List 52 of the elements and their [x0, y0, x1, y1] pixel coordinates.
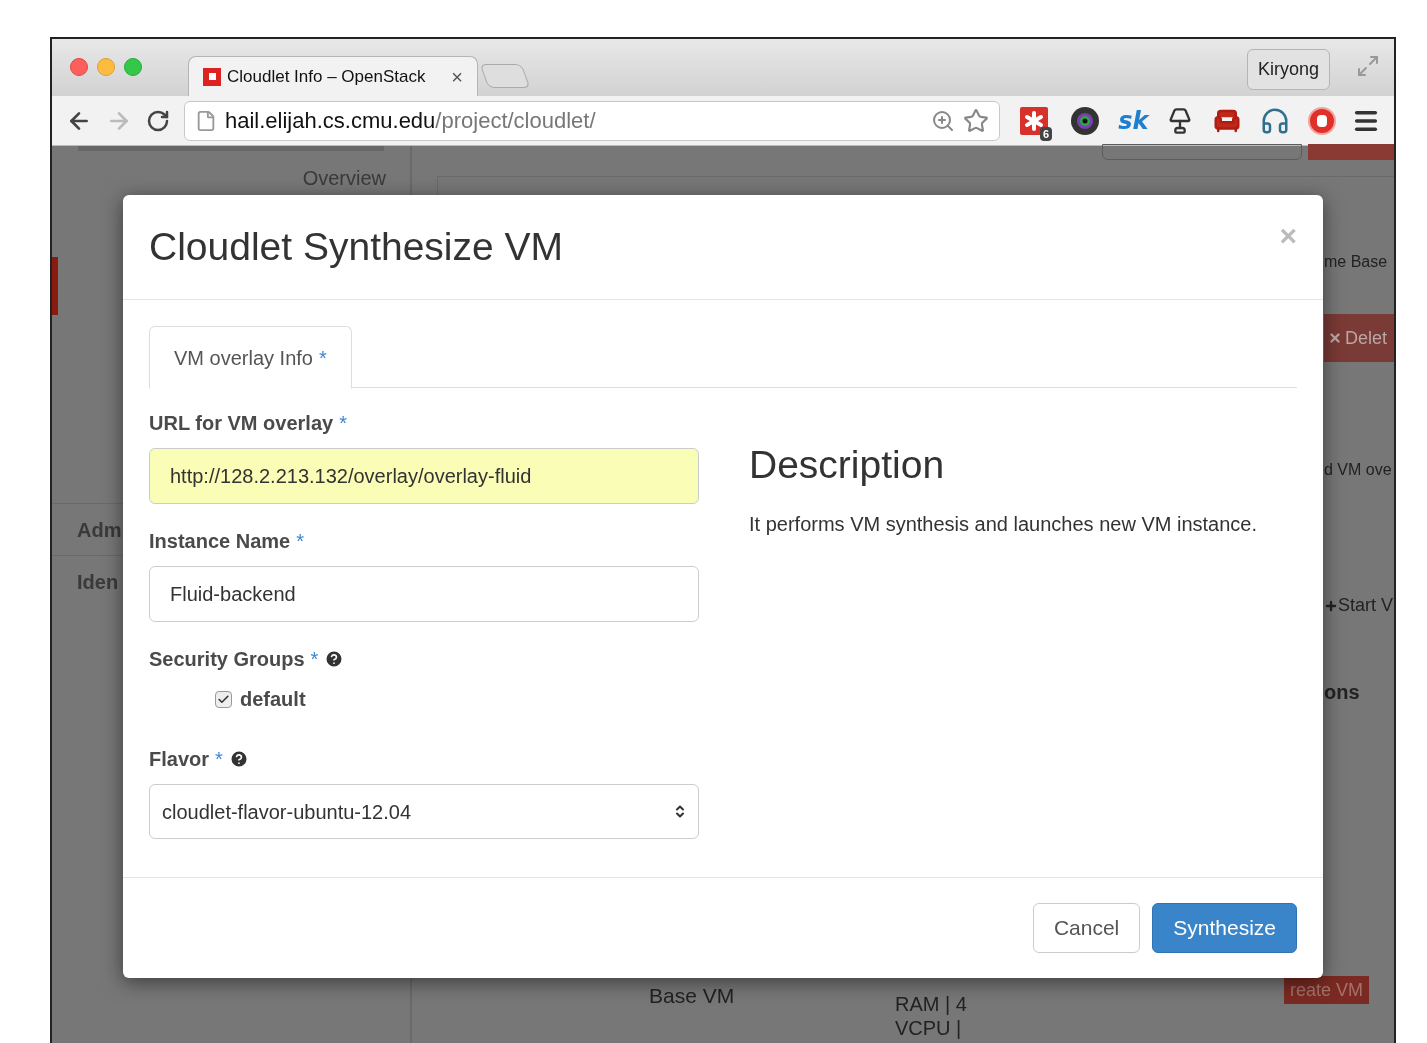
- profile-button[interactable]: Kiryong: [1246, 49, 1330, 90]
- check-icon: [217, 692, 230, 706]
- lens-icon[interactable]: [1070, 105, 1101, 136]
- browser-tab[interactable]: Cloudlet Info – OpenStack ×: [188, 56, 478, 96]
- favicon-icon: [203, 67, 221, 86]
- table-cell: RAM | 4: [895, 992, 967, 1016]
- text-field[interactable]: http://128.2.213.132/overlay/overlay-fluid: [149, 448, 699, 504]
- table-cell-text: VCPU |: [895, 1016, 963, 1040]
- description-title: Description: [749, 442, 946, 488]
- modal-title: Cloudlet Synthesize VM: [149, 223, 564, 270]
- active-indicator: [52, 257, 58, 315]
- field-label: Flavor: [149, 747, 210, 772]
- required-mark: *: [339, 411, 347, 436]
- help-icon[interactable]: [324, 649, 345, 669]
- tab-title: Cloudlet Info – OpenStack: [227, 65, 426, 88]
- text-field[interactable]: Fluid-backend: [149, 566, 699, 622]
- checkbox-label: default: [240, 687, 306, 712]
- field-label: Instance Name: [149, 529, 291, 554]
- field-label: URL for VM overlay: [149, 411, 334, 436]
- delete-button[interactable]: Delet: [1324, 314, 1394, 362]
- toolbar-button[interactable]: [1102, 144, 1302, 160]
- zoom-icon[interactable]: [931, 108, 955, 133]
- required-mark: *: [310, 647, 319, 672]
- plus-icon: [1324, 598, 1338, 613]
- table-cell-text: d VM ove: [1324, 460, 1392, 480]
- reload-icon[interactable]: [146, 108, 170, 133]
- close-window-button[interactable]: [70, 58, 88, 76]
- bookmark-star-icon[interactable]: [963, 107, 989, 134]
- url-text: hail.elijah.cs.cmu.edu/project/cloudlet/: [225, 107, 596, 135]
- synthesize-button[interactable]: Synthesize: [1152, 903, 1297, 953]
- extension-badge: 6: [1040, 126, 1053, 141]
- start-button[interactable]: Start V: [1324, 592, 1394, 619]
- table-cell-text: me Base: [1324, 252, 1388, 272]
- tab-label: VM overlay Info: [174, 345, 313, 371]
- x-icon: [1328, 331, 1342, 345]
- required-mark: *: [318, 345, 327, 371]
- page-icon: [195, 109, 217, 132]
- description-text: It performs VM synthesis and launches new VM instance.: [749, 511, 1257, 537]
- stop-hand-icon[interactable]: [1308, 106, 1337, 135]
- required-mark: *: [296, 529, 304, 554]
- cancel-button[interactable]: Cancel: [1032, 903, 1141, 953]
- extension-logo[interactable]: sk: [1118, 108, 1149, 133]
- form-tab[interactable]: VM overlay Info *: [149, 326, 352, 389]
- section-heading: ons: [1324, 680, 1360, 705]
- select-field[interactable]: cloudlet-flavor-ubuntu-12.04: [149, 784, 699, 839]
- required-mark: *: [215, 747, 223, 772]
- checkbox[interactable]: [215, 690, 232, 708]
- address-bar[interactable]: hail.elijah.cs.cmu.edu/project/cloudlet/: [184, 100, 1000, 141]
- tab-close-button[interactable]: ×: [451, 61, 463, 92]
- table-cell-text: Base VM: [649, 983, 735, 1009]
- help-icon[interactable]: [228, 749, 249, 769]
- field-label: Security Groups: [149, 647, 305, 672]
